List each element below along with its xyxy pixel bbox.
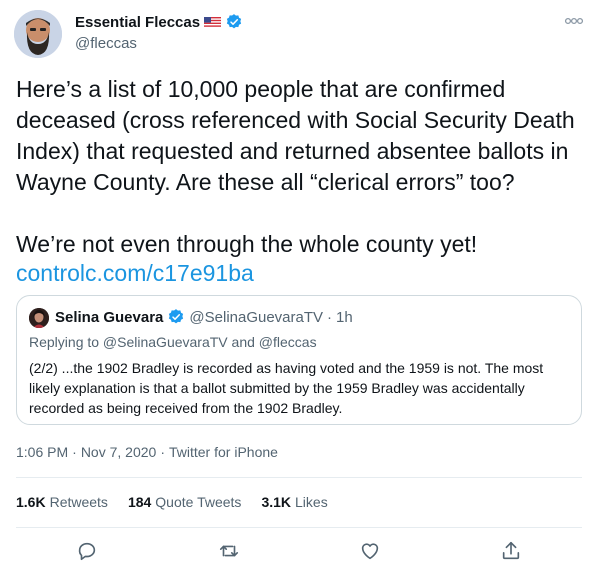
quote-text: (2/2) ...the 1902 Bradley is recorded as… xyxy=(29,360,544,416)
tweet-meta: 1:06 PM · Nov 7, 2020 · Twitter for iPho… xyxy=(16,444,278,460)
author-name[interactable]: Essential Fleccas xyxy=(75,14,200,31)
quoted-tweet-card[interactable]: Selina Guevara @SelinaGuevaraTV · 1h Rep… xyxy=(16,295,582,425)
retweets-stat[interactable]: 1.6K Retweets xyxy=(16,494,108,510)
tweet-link[interactable]: controlc.com/c17e91ba xyxy=(16,258,254,289)
engagement-stats: 1.6K Retweets 184 Quote Tweets 3.1K Like… xyxy=(16,494,328,510)
likes-stat[interactable]: 3.1K Likes xyxy=(261,494,327,510)
quote-header: Selina Guevara @SelinaGuevaraTV · 1h xyxy=(55,308,353,326)
action-bar xyxy=(0,540,598,564)
quote-separator: · xyxy=(327,308,333,326)
verified-badge-icon xyxy=(169,309,184,324)
likes-label: Likes xyxy=(295,494,328,510)
quote-replying-to: Replying to @SelinaGuevaraTV and @flecca… xyxy=(29,334,317,350)
author-avatar[interactable] xyxy=(14,10,62,58)
avatar-image xyxy=(14,10,62,58)
quote-tweets-label: Quote Tweets xyxy=(155,494,242,510)
tweet-text: Here’s a list of 10,000 people that are … xyxy=(16,76,575,257)
verified-badge-icon xyxy=(226,14,242,29)
tweet-time[interactable]: 1:06 PM xyxy=(16,444,68,460)
likes-count: 3.1K xyxy=(261,494,292,510)
quote-author-name[interactable]: Selina Guevara xyxy=(55,309,163,326)
author-handle[interactable]: @fleccas xyxy=(75,35,137,52)
retweets-label: Retweets xyxy=(49,494,108,510)
tweet-date[interactable]: Nov 7, 2020 xyxy=(81,444,157,460)
author-name-row[interactable]: Essential Fleccas xyxy=(75,13,243,31)
more-icon[interactable] xyxy=(564,16,584,26)
divider xyxy=(16,477,582,478)
divider xyxy=(16,527,582,528)
quote-author-avatar[interactable] xyxy=(29,308,49,328)
quote-tweets-count: 184 xyxy=(127,494,152,510)
us-flag-icon xyxy=(204,16,222,28)
quote-timestamp[interactable]: 1h xyxy=(336,309,353,326)
quote-tweets-stat[interactable]: 184 Quote Tweets xyxy=(128,494,242,510)
reply-icon[interactable] xyxy=(76,540,98,562)
like-icon[interactable] xyxy=(359,540,381,562)
quote-author-handle[interactable]: @SelinaGuevaraTV xyxy=(189,309,323,326)
quote-avatar-image xyxy=(29,308,49,328)
share-icon[interactable] xyxy=(500,540,522,562)
retweets-count: 1.6K xyxy=(16,494,46,510)
tweet-client[interactable]: Twitter for iPhone xyxy=(169,444,278,460)
retweet-icon[interactable] xyxy=(218,540,240,562)
meta-separator: · xyxy=(72,444,77,460)
meta-separator: · xyxy=(160,444,165,460)
